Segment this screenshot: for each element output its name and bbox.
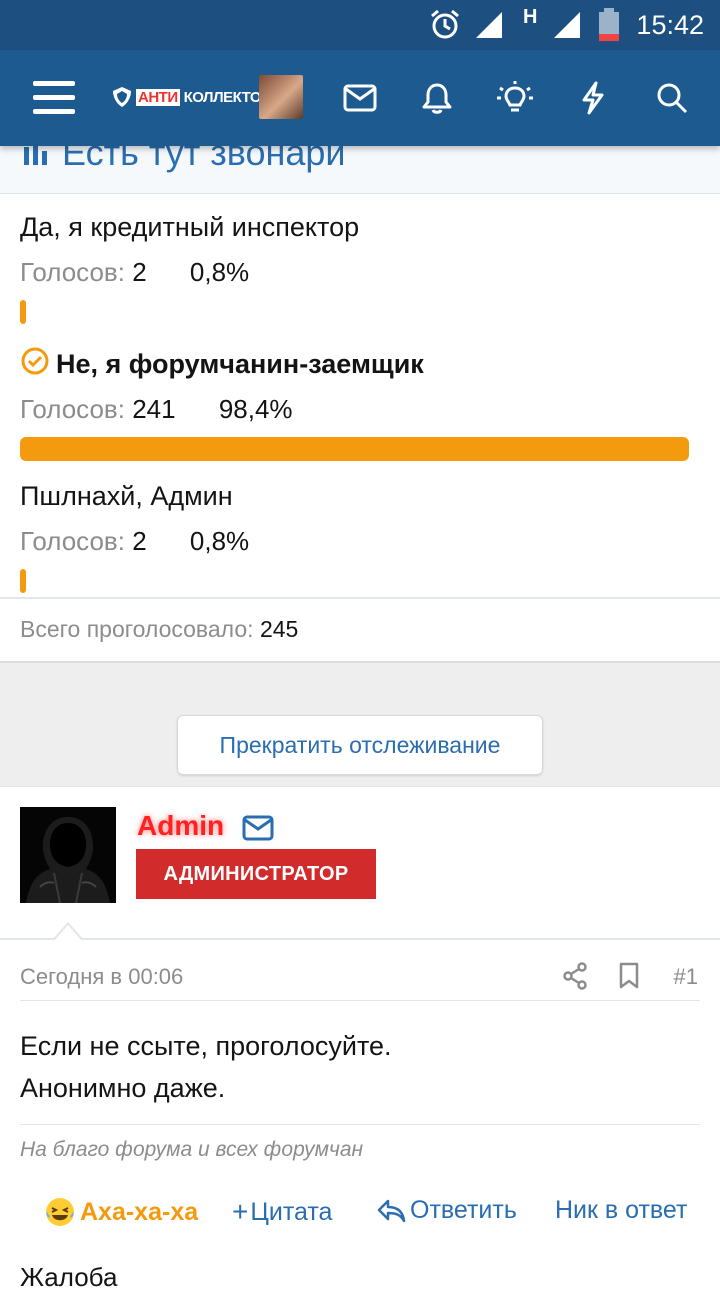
- poll-option-label: Не, я форумчанин-заемщик: [56, 349, 424, 379]
- author-name[interactable]: Admin: [137, 810, 224, 842]
- mention-button[interactable]: Ник в ответ: [555, 1196, 687, 1225]
- reaction-label: Аха-ха-ха: [80, 1197, 199, 1226]
- status-bar: H 15:42: [0, 0, 720, 50]
- divider: [20, 1124, 700, 1125]
- post-number[interactable]: #1: [674, 964, 698, 990]
- bulb-icon: [497, 81, 533, 112]
- network-type: H: [523, 6, 538, 28]
- reply-button[interactable]: Ответить: [376, 1196, 517, 1225]
- plus-icon: +: [232, 1196, 249, 1227]
- signal-icon: [476, 12, 502, 38]
- total-label: Всего проголосовало:: [20, 616, 254, 642]
- laughing-emoji-icon: [46, 1198, 74, 1226]
- poll-result-bar: [20, 437, 689, 461]
- poll-option-selected: Не, я форумчанин-заемщик Голосов: 241 98…: [20, 346, 700, 461]
- bell-icon: [422, 83, 452, 114]
- votes-count: 2: [132, 257, 147, 287]
- votes-label: Голосов:: [20, 526, 125, 556]
- poll-result-bar: [20, 300, 26, 324]
- mail-icon[interactable]: [242, 815, 274, 841]
- post-text-line: Анонимно даже.: [20, 1073, 226, 1103]
- activity-button[interactable]: [569, 74, 617, 122]
- votes-percent: 0,8%: [189, 526, 250, 556]
- alerts-button[interactable]: [413, 74, 461, 122]
- quote-button[interactable]: + Цитата: [232, 1196, 332, 1228]
- votes-label: Голосов:: [20, 257, 125, 287]
- votes-label: Голосов:: [20, 394, 125, 424]
- poll-option: Да, я кредитный инспектор Голосов: 2 0,8…: [20, 212, 700, 324]
- share-icon[interactable]: [562, 962, 588, 990]
- poll-total: Всего проголосовало: 245: [20, 616, 298, 643]
- mention-label: Ник в ответ: [555, 1196, 688, 1224]
- bookmark-icon[interactable]: [618, 962, 640, 990]
- post-body: Если не ссыте, проголосуйте. Анонимно да…: [20, 1025, 392, 1109]
- votes-count: 241: [132, 394, 176, 424]
- reply-label: Ответить: [410, 1196, 517, 1224]
- votes-count: 2: [132, 526, 147, 556]
- reaction-button[interactable]: Аха-ха-ха: [44, 1196, 198, 1228]
- mail-icon: [343, 84, 377, 112]
- whats-new-button[interactable]: [491, 74, 539, 122]
- author-avatar[interactable]: [20, 807, 116, 903]
- app-bar: АНТИ КОЛЛЕКТОР: [0, 50, 720, 146]
- poll-result-bar: [20, 569, 26, 593]
- logo-text-white: КОЛЛЕКТОР: [183, 88, 272, 106]
- votes-percent: 98,4%: [218, 394, 293, 424]
- poll-option-label: Пшлнахй, Админ: [20, 481, 233, 511]
- site-logo[interactable]: АНТИ КОЛЛЕКТОР: [112, 84, 271, 110]
- divider: [0, 597, 720, 599]
- search-button[interactable]: [648, 74, 696, 122]
- votes-percent: 0,8%: [189, 257, 250, 287]
- clock: 15:42: [636, 10, 704, 40]
- logo-text-red: АНТИ: [136, 88, 180, 106]
- poll-chart-icon: [24, 146, 47, 165]
- unwatch-button[interactable]: Прекратить отслеживание: [177, 715, 543, 775]
- post-author: Admin АДМИНИСТРАТОР: [0, 788, 720, 940]
- role-badge: АДМИНИСТРАТОР: [136, 849, 376, 899]
- hooded-figure-icon: [20, 807, 116, 903]
- signal-icon: [554, 12, 580, 38]
- total-value: 245: [259, 616, 299, 642]
- poll-option: Пшлнахй, Админ Голосов: 2 0,8%: [20, 481, 700, 593]
- quote-label: Цитата: [250, 1197, 333, 1226]
- signature: На благо форума и всех форумчан: [20, 1138, 364, 1161]
- poll-title: Есть тут звонари: [62, 146, 346, 173]
- divider: [20, 1000, 700, 1001]
- menu-button[interactable]: [30, 74, 78, 122]
- post-date[interactable]: Сегодня в 00:06: [20, 964, 183, 990]
- check-circle-icon: [21, 347, 49, 375]
- alarm-icon: [431, 9, 459, 39]
- lightning-icon: [582, 81, 604, 115]
- report-link[interactable]: Жалоба: [20, 1262, 117, 1293]
- post-text-line: Если не ссыте, проголосуйте.: [20, 1031, 392, 1061]
- poll-header: Есть тут звонари: [0, 146, 720, 194]
- search-icon: [657, 83, 688, 114]
- messages-button[interactable]: [336, 74, 384, 122]
- reply-icon: [377, 1199, 406, 1222]
- battery-low-icon: [599, 8, 619, 41]
- poll-option-label: Да, я кредитный инспектор: [20, 212, 360, 242]
- shield-icon: [113, 87, 131, 107]
- menu-icon: [33, 81, 75, 114]
- user-avatar[interactable]: [259, 75, 303, 119]
- thread-actions-band: Прекратить отслеживание: [0, 661, 720, 787]
